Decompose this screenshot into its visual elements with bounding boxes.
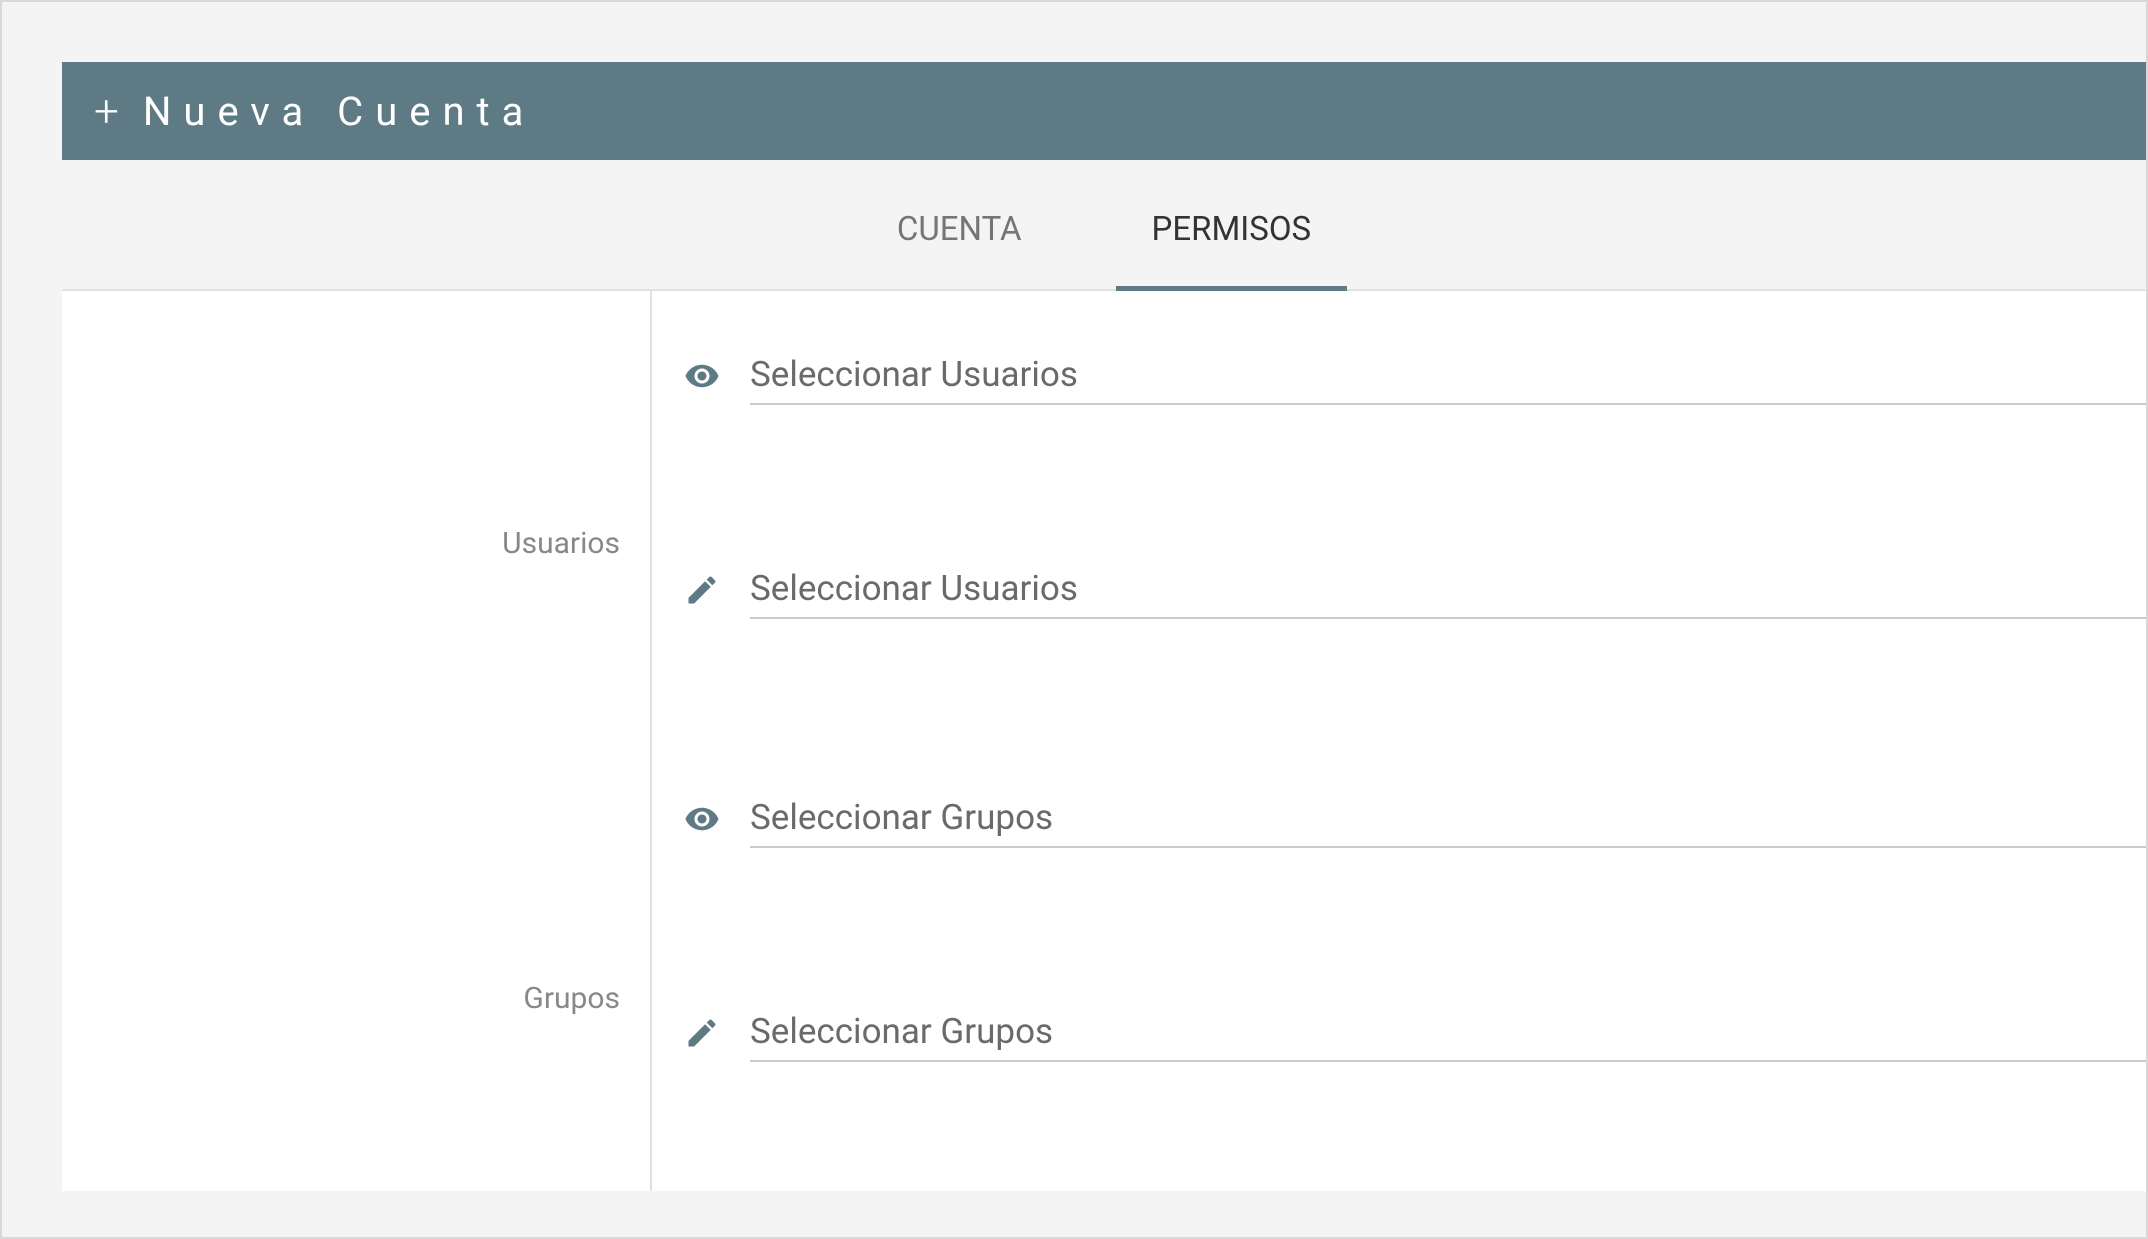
pencil-icon bbox=[682, 570, 722, 610]
header-bar: + Nueva Cuenta bbox=[62, 62, 2146, 160]
usuarios-view-row bbox=[682, 346, 2146, 405]
content-panel: Usuarios Grupos bbox=[62, 291, 2146, 1191]
eye-icon bbox=[682, 799, 722, 839]
usuarios-view-input[interactable] bbox=[750, 346, 2146, 405]
usuarios-edit-row bbox=[682, 560, 2146, 619]
grupos-edit-row bbox=[682, 1003, 2146, 1062]
tab-permisos[interactable]: PERMISOS bbox=[1152, 210, 1312, 289]
tab-cuenta[interactable]: CUENTA bbox=[897, 210, 1022, 289]
sidebar: Usuarios Grupos bbox=[62, 291, 652, 1191]
tabs-container: CUENTA PERMISOS bbox=[62, 160, 2146, 291]
sidebar-label-grupos: Grupos bbox=[62, 981, 650, 1016]
pencil-icon bbox=[682, 1013, 722, 1053]
page-title: Nueva Cuenta bbox=[143, 88, 536, 135]
eye-icon bbox=[682, 356, 722, 396]
grupos-view-input[interactable] bbox=[750, 789, 2146, 848]
form-area bbox=[652, 291, 2146, 1191]
grupos-view-row bbox=[682, 789, 2146, 848]
sidebar-label-usuarios: Usuarios bbox=[62, 526, 650, 561]
usuarios-edit-input[interactable] bbox=[750, 560, 2146, 619]
plus-icon: + bbox=[94, 89, 119, 133]
page-container: + Nueva Cuenta CUENTA PERMISOS Usuarios … bbox=[2, 2, 2146, 1191]
grupos-edit-input[interactable] bbox=[750, 1003, 2146, 1062]
